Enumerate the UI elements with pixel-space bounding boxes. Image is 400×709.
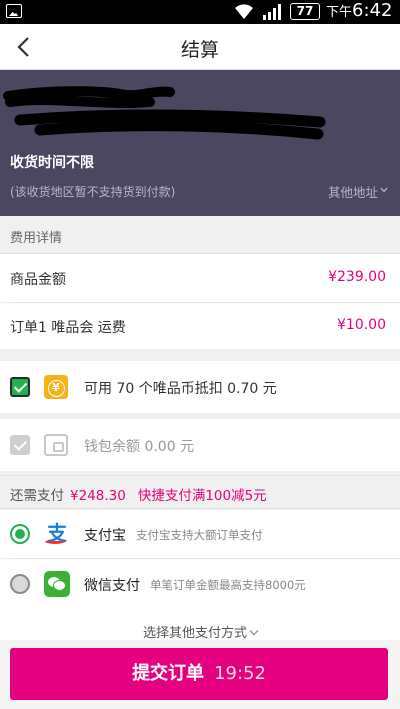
battery-icon: 77 [290, 3, 320, 20]
more-payment-label: 选择其他支付方式 [142, 626, 247, 641]
signal-icon [263, 4, 281, 20]
countdown-timer: 19:52 [214, 663, 266, 684]
clock-time: 6:42 [352, 0, 393, 21]
promo-text: 快捷支付满100减5元 [137, 488, 267, 504]
coin-checkbox[interactable] [10, 377, 30, 397]
clock-ampm: 下午 [326, 5, 353, 20]
payment-option-alipay[interactable]: 支 支付宝 支付宝支持大额订单支付 [0, 510, 400, 558]
wechat-radio[interactable] [10, 574, 30, 594]
redacted-address [3, 86, 326, 140]
fee-label: 订单1 唯品会 运费 [10, 320, 126, 336]
amount-due-bar: 还需支付 ¥248.30 快捷支付满100减5元 [0, 475, 400, 509]
payment-desc: 支付宝支持大额订单支付 [136, 528, 263, 542]
delivery-time: 收货时间不限 [10, 155, 94, 171]
wifi-icon [235, 4, 253, 19]
fee-amount: ¥10.00 [337, 317, 386, 333]
amount-due-label: 还需支付 [10, 488, 64, 504]
clock: 下午6:42 [326, 1, 392, 23]
wallet-row: 钱包余额 0.00 元 [0, 419, 400, 471]
wallet-icon [44, 434, 68, 456]
payment-name: 微信支付 [84, 578, 140, 594]
alipay-icon: 支 [44, 520, 70, 546]
coin-icon-glyph: ¥ [47, 380, 65, 397]
gallery-notification-icon [6, 4, 22, 18]
alipay-swoosh [45, 538, 65, 544]
payment-desc: 单笔订单金额最高支持8000元 [150, 578, 306, 592]
fee-row-goods: 商品金额 ¥239.00 [0, 254, 400, 302]
submit-label: 提交订单 [132, 663, 205, 684]
chevron-down-icon [249, 626, 259, 636]
fee-section-title: 费用详情 [0, 216, 400, 254]
other-address-link[interactable]: 其他地址 [328, 182, 378, 201]
wallet-checkbox[interactable] [10, 435, 30, 455]
page-title: 结算 [180, 39, 219, 61]
address-block[interactable]: 收货时间不限 (该收货地区暂不支持货到付款) 其他地址 [0, 70, 400, 216]
status-bar: 77 下午6:42 [0, 0, 400, 24]
submit-bar: 提交订单 19:52 [0, 640, 400, 709]
chevron-down-icon [380, 187, 388, 193]
wallet-label: 钱包余额 0.00 元 [84, 439, 195, 455]
address-note: (该收货地区暂不支持货到付款) [10, 185, 176, 199]
top-header: 结算 [0, 24, 400, 70]
submit-order-button[interactable]: 提交订单 19:52 [10, 648, 388, 700]
coin-discount-label: 可用 70 个唯品币抵扣 0.70 元 [84, 381, 277, 397]
coin-icon: ¥ [44, 375, 68, 399]
alipay-radio[interactable] [10, 524, 30, 544]
fee-amount: ¥239.00 [328, 269, 386, 285]
fee-label: 商品金额 [10, 272, 66, 288]
amount-due-value: ¥248.30 [70, 488, 126, 504]
coin-discount-row[interactable]: ¥ 可用 70 个唯品币抵扣 0.70 元 [0, 361, 400, 413]
fee-row-shipping: 订单1 唯品会 运费 ¥10.00 [0, 303, 400, 349]
payment-option-wechat[interactable]: 微信支付 单笔订单金额最高支持8000元 [0, 559, 400, 612]
wechat-icon [44, 571, 70, 597]
payment-name: 支付宝 [84, 528, 126, 544]
